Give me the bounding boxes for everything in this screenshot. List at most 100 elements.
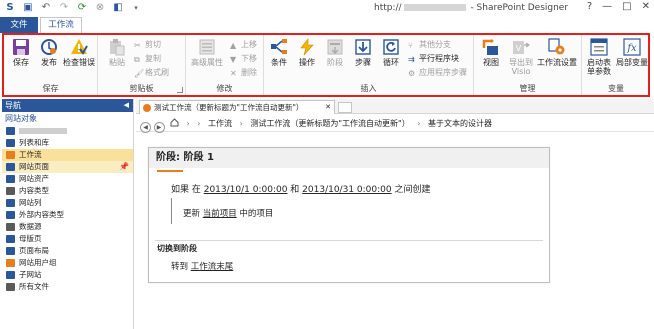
- ribbon-tabs: 文件 工作流: [0, 17, 654, 33]
- ribbon-group-insert: 条件 操作 阶段 步骤 循环 ⑂ 其他分支 ⇉ 平行程序块 ⚙ 应用程序步骤 插入: [264, 35, 474, 95]
- cut-button[interactable]: ✂ 剪切: [134, 39, 161, 50]
- save-icon[interactable]: ▣: [22, 2, 34, 14]
- redacted-site-name: [19, 128, 67, 134]
- clipboard-launcher-icon[interactable]: [177, 87, 183, 93]
- stop-icon[interactable]: ⊗: [94, 2, 106, 14]
- sidebar-item-subsite[interactable]: 子网站: [2, 269, 133, 281]
- action-suffix: 中的项目: [236, 209, 274, 219]
- site-objects-header[interactable]: 网站对象: [2, 112, 133, 125]
- stage-title[interactable]: 阶段: 阶段 1: [149, 148, 549, 168]
- sidebar-item-assets[interactable]: 网站资产: [2, 173, 133, 185]
- condition-button[interactable]: 条件: [264, 37, 294, 77]
- redo-icon[interactable]: ↷: [58, 2, 70, 14]
- copy-button[interactable]: ⧉ 复制: [134, 53, 161, 64]
- workflow-settings-button[interactable]: 工作流设置: [536, 37, 578, 77]
- undo-icon[interactable]: ↶: [40, 2, 52, 14]
- more-icon[interactable]: ▾: [130, 2, 142, 14]
- close-tab-icon[interactable]: ✕: [325, 101, 331, 114]
- new-tab-button[interactable]: [338, 102, 352, 113]
- breadcrumb-item[interactable]: 测试工作流（更新标题为"工作流自动更新"）: [250, 119, 409, 128]
- forward-icon[interactable]: ▶: [153, 122, 165, 133]
- sidebar-item-external[interactable]: 外部内容类型: [2, 209, 133, 221]
- local-variables-icon: fx: [623, 38, 641, 56]
- move-down-button[interactable]: ▼ 下移: [230, 53, 257, 64]
- delete-button[interactable]: ✕ 删除: [230, 67, 257, 78]
- redacted-host: [403, 4, 466, 11]
- action-button[interactable]: 操作: [292, 37, 322, 77]
- maximize-icon[interactable]: □: [622, 1, 631, 12]
- pin-icon[interactable]: 📌: [119, 161, 129, 173]
- sidebar-item-list[interactable]: 列表和库: [2, 137, 133, 149]
- sidebar-item-datasource[interactable]: 数据源: [2, 221, 133, 233]
- condition-mid: 和: [287, 185, 303, 195]
- condition-end-date-link[interactable]: 2013/10/31 0:00:00: [302, 185, 391, 195]
- stage-block[interactable]: 阶段: 阶段 1 如果 在 2013/10/1 0:00:00 和 2013/1…: [148, 147, 550, 283]
- minimize-icon[interactable]: —: [602, 1, 612, 12]
- sidebar-item-master-page[interactable]: 母版页: [2, 233, 133, 245]
- sidebar-item-content-type[interactable]: 内容类型: [2, 185, 133, 197]
- help-icon[interactable]: ?: [587, 1, 592, 12]
- save-button[interactable]: 保存: [6, 37, 36, 77]
- sidebar-item-label: 网站用户组: [19, 258, 57, 267]
- close-icon[interactable]: ✕: [642, 1, 650, 12]
- loop-label: 循环: [383, 58, 399, 67]
- stage-button[interactable]: 阶段: [320, 37, 350, 77]
- quick-access-toolbar: S ▣ ↶ ↷ ⟳ ⊗ ◧ ▾: [4, 2, 142, 14]
- document-tab-workflow[interactable]: 测试工作流（更新标题为"工作流自动更新"） ✕: [139, 100, 335, 114]
- transition-prefix: 转到: [171, 262, 191, 272]
- sidebar-item-column[interactable]: 网站列: [2, 197, 133, 209]
- publish-button[interactable]: 发布: [34, 37, 64, 77]
- loop-icon: [383, 39, 399, 55]
- local-variables-button[interactable]: fx 局部变量: [616, 37, 648, 77]
- preview-icon[interactable]: ◧: [112, 2, 124, 14]
- breadcrumb-path: › › 工作流 › 测试工作流（更新标题为"工作流自动更新"） › 基于文本的设…: [170, 115, 492, 132]
- paste-button[interactable]: 粘贴: [102, 37, 132, 77]
- cut-label: 剪切: [145, 40, 161, 49]
- views-button[interactable]: 视图: [476, 37, 506, 77]
- tab-file[interactable]: 文件: [0, 17, 38, 33]
- refresh-icon[interactable]: ⟳: [76, 2, 88, 14]
- scissors-icon: ✂: [134, 41, 141, 50]
- app-step-button[interactable]: ⚙ 应用程序步骤: [408, 67, 467, 78]
- document-tab-label: 测试工作流（更新标题为"工作流自动更新"）: [154, 103, 304, 112]
- history-buttons: ◀ ▶: [140, 118, 165, 133]
- datasource-icon: [6, 223, 15, 231]
- export-visio-button[interactable]: V 导出到 Visio: [506, 37, 536, 77]
- sidebar-item-label: 母版页: [19, 234, 42, 243]
- step-button[interactable]: 步骤: [348, 37, 378, 77]
- check-errors-button[interactable]: 检查错误: [62, 37, 96, 77]
- back-icon[interactable]: ◀: [140, 122, 151, 133]
- action-icon: [300, 38, 314, 56]
- condition-start-date-link[interactable]: 2013/10/1 0:00:00: [204, 185, 288, 195]
- initiation-params-button[interactable]: 启动表 单参数: [584, 37, 614, 77]
- tab-workflow[interactable]: 工作流: [40, 17, 82, 33]
- advanced-properties-button[interactable]: 高级属性: [188, 37, 226, 77]
- format-painter-button[interactable]: 🖌格式刷: [134, 67, 169, 78]
- condition-prefix: 如果 在: [171, 185, 204, 195]
- end-of-workflow-link[interactable]: 工作流末尾: [191, 262, 234, 272]
- external-icon: [6, 211, 15, 219]
- move-down-icon: ▼: [230, 55, 237, 64]
- breadcrumb-item[interactable]: 基于文本的设计器: [428, 119, 492, 128]
- move-down-label: 下移: [241, 54, 257, 63]
- move-up-button[interactable]: ▲ 上移: [230, 39, 257, 50]
- home-icon[interactable]: [170, 118, 179, 127]
- other-branch-button[interactable]: ⑂ 其他分支: [408, 39, 451, 50]
- files-icon: [6, 283, 15, 291]
- sidebar-item-site[interactable]: [2, 125, 133, 137]
- parallel-block-button[interactable]: ⇉ 平行程序块: [408, 53, 459, 64]
- sidebar-item-group[interactable]: 网站用户组: [2, 257, 133, 269]
- ribbon-group-clipboard: 粘贴 ✂ 剪切 ⧉ 复制 🖌格式刷 剪贴板: [98, 35, 186, 95]
- sidebar-item-workflow[interactable]: 工作流: [2, 149, 133, 161]
- current-item-link[interactable]: 当前项目: [203, 209, 237, 219]
- sidebar-item-layout[interactable]: 页面布局: [2, 245, 133, 257]
- breadcrumb-item[interactable]: 工作流: [208, 119, 232, 128]
- format-painter-label: 格式刷: [145, 68, 169, 77]
- sidebar-item-pages[interactable]: 网站页面 📌: [2, 161, 133, 173]
- loop-button[interactable]: 循环: [376, 37, 406, 77]
- sidebar-item-files[interactable]: 所有文件: [2, 281, 133, 293]
- workflow-settings-icon: [548, 38, 565, 55]
- sidebar-item-label: 网站页面: [19, 162, 49, 171]
- document-tabs: 测试工作流（更新标题为"工作流自动更新"） ✕: [136, 99, 654, 114]
- collapse-icon[interactable]: ◀: [124, 99, 129, 112]
